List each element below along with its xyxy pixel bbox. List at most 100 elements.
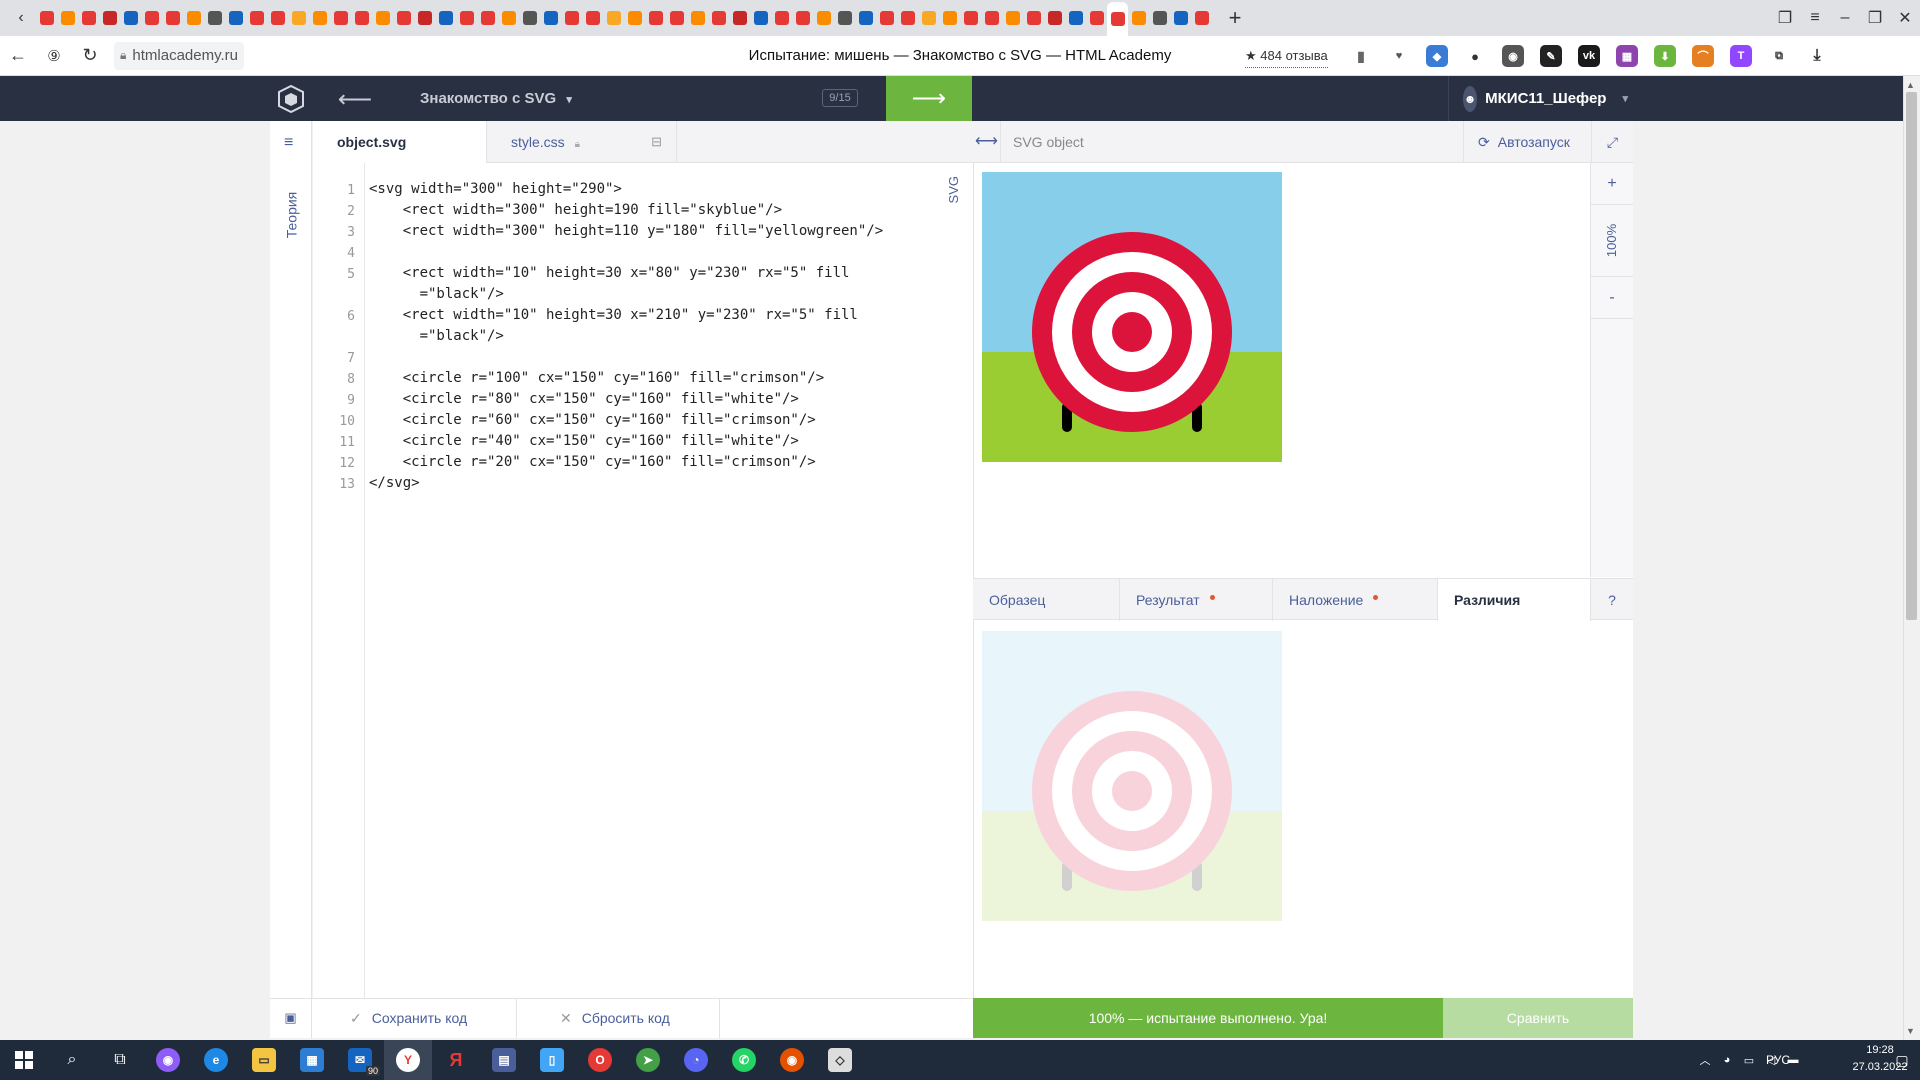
- browser-tab[interactable]: [351, 4, 372, 32]
- tab-collections-icon[interactable]: ❐: [1770, 3, 1800, 33]
- help-button[interactable]: ?: [1591, 579, 1633, 621]
- tab-overlay[interactable]: Наложение: [1273, 579, 1438, 621]
- reviews-link[interactable]: ★ 484 отзыва: [1245, 44, 1328, 68]
- browser-tab[interactable]: [435, 4, 456, 32]
- theory-toggle[interactable]: Теория: [276, 180, 306, 250]
- browser-tab[interactable]: [834, 4, 855, 32]
- vk-icon[interactable]: vk: [1578, 45, 1600, 67]
- browser-tab[interactable]: [225, 4, 246, 32]
- scroll-down-icon[interactable]: ▼: [1906, 1026, 1915, 1036]
- browser-tab[interactable]: [246, 4, 267, 32]
- feedback-icon[interactable]: ▣: [270, 998, 312, 1038]
- browser-tab[interactable]: [183, 4, 204, 32]
- extension-icon-5[interactable]: ▦: [1616, 45, 1638, 67]
- new-tab-button[interactable]: +: [1220, 3, 1250, 33]
- reset-code-button[interactable]: ✕ Сбросить код: [560, 998, 720, 1038]
- browser-tab[interactable]: [477, 4, 498, 32]
- browser-tab[interactable]: [414, 4, 435, 32]
- browser-tab[interactable]: [162, 4, 183, 32]
- browser-tab[interactable]: [498, 4, 519, 32]
- url-field[interactable]: 🔒︎ htmlacademy.ru: [114, 41, 244, 70]
- whatsapp-icon[interactable]: ✆: [720, 1040, 768, 1080]
- extension-icon-6[interactable]: ⌒: [1692, 45, 1714, 67]
- code-line[interactable]: ="black"/>: [369, 328, 504, 344]
- browser-tab[interactable]: [288, 4, 309, 32]
- tab-differences[interactable]: Различия: [1438, 579, 1591, 621]
- browser-tab[interactable]: [729, 4, 750, 32]
- next-step-button[interactable]: ⟶: [886, 76, 972, 121]
- extension-icon-1[interactable]: ◆: [1426, 45, 1448, 67]
- browser-tab[interactable]: [141, 4, 162, 32]
- browser-tab[interactable]: [792, 4, 813, 32]
- mail-icon[interactable]: ✉ 90: [336, 1040, 384, 1080]
- scroll-up-icon[interactable]: ▲: [1906, 80, 1915, 90]
- browser-tab[interactable]: [750, 4, 771, 32]
- course-dropdown[interactable]: Знакомство с SVG ▾: [420, 76, 572, 121]
- browser-tab[interactable]: [1023, 4, 1044, 32]
- browser-tab[interactable]: [456, 4, 477, 32]
- resize-handle-icon[interactable]: ⟷: [973, 121, 1001, 163]
- browser-tab[interactable]: [99, 4, 120, 32]
- extensions-icon[interactable]: ⧉: [1768, 45, 1790, 67]
- tab-scroll-left-icon[interactable]: ‹: [6, 3, 36, 33]
- language-indicator[interactable]: РУС: [1766, 1040, 1790, 1080]
- yandex-browser-icon[interactable]: Y: [384, 1040, 432, 1080]
- extension-icon-3[interactable]: ◉: [1502, 45, 1524, 67]
- downloads-icon[interactable]: ⤓: [1806, 45, 1828, 67]
- twitch-icon[interactable]: T: [1730, 45, 1752, 67]
- browser-tab[interactable]: [708, 4, 729, 32]
- bookmark-icon[interactable]: ▮: [1350, 45, 1372, 67]
- browser-tab[interactable]: [645, 4, 666, 32]
- browser-tab[interactable]: [771, 4, 792, 32]
- code-line[interactable]: ="black"/>: [369, 286, 504, 302]
- browser-tab[interactable]: [36, 4, 57, 32]
- browser-tab[interactable]: [1065, 4, 1086, 32]
- browser-tab[interactable]: [1149, 4, 1170, 32]
- code-line[interactable]: <circle r="20" cx="150" cy="160" fill="c…: [369, 454, 816, 470]
- code-line[interactable]: <rect width="300" height=110 y="180" fil…: [369, 223, 883, 239]
- user-menu[interactable]: ☻ МКИС11_Шефер ▾: [1448, 76, 1628, 121]
- browser-tab[interactable]: [813, 4, 834, 32]
- scrollbar-thumb[interactable]: [1906, 92, 1917, 620]
- browser-tab[interactable]: [540, 4, 561, 32]
- browser-tab[interactable]: [939, 4, 960, 32]
- browser-tab[interactable]: [1191, 4, 1212, 32]
- browser-menu-icon[interactable]: ≡: [1800, 3, 1830, 33]
- browser-tab[interactable]: [561, 4, 582, 32]
- calculator-icon[interactable]: ▤: [480, 1040, 528, 1080]
- browser-tab[interactable]: [1086, 4, 1107, 32]
- save-code-button[interactable]: ✓ Сохранить код: [350, 998, 517, 1038]
- tab-object-svg[interactable]: object.svg: [313, 121, 487, 163]
- extension-icon-4[interactable]: ✎: [1540, 45, 1562, 67]
- browser-tab[interactable]: [855, 4, 876, 32]
- extension-icon-2[interactable]: ●: [1464, 45, 1486, 67]
- browser-tab[interactable]: [120, 4, 141, 32]
- reload-icon[interactable]: ↻: [72, 38, 108, 74]
- fullscreen-icon[interactable]: ⤢: [1591, 121, 1633, 163]
- app-icon-orange[interactable]: ◉: [768, 1040, 816, 1080]
- browser-tab[interactable]: [204, 4, 225, 32]
- yandex-icon[interactable]: Я: [432, 1040, 480, 1080]
- browser-tab[interactable]: [624, 4, 645, 32]
- browser-tab[interactable]: [78, 4, 99, 32]
- browser-tab[interactable]: [1128, 4, 1149, 32]
- restore-window-icon[interactable]: ❐: [1860, 3, 1890, 33]
- code-line[interactable]: <rect width="10" height=30 x="210" y="23…: [369, 307, 858, 323]
- edge-icon[interactable]: e: [192, 1040, 240, 1080]
- code-line[interactable]: <rect width="10" height=30 x="80" y="230…: [369, 265, 850, 281]
- tab-result[interactable]: Результат: [1120, 579, 1273, 621]
- windows-start-icon[interactable]: [0, 1040, 48, 1080]
- roblox-icon[interactable]: ◇: [816, 1040, 864, 1080]
- tray-expand-icon[interactable]: ︿: [1694, 1040, 1716, 1080]
- code-line[interactable]: <rect width="300" height=190 fill="skybl…: [369, 202, 782, 218]
- code-line[interactable]: <circle r="80" cx="150" cy="160" fill="w…: [369, 391, 799, 407]
- browser-tab[interactable]: [1107, 2, 1128, 36]
- collapse-icon[interactable]: ⊟: [651, 121, 662, 163]
- browser-tab[interactable]: [519, 4, 540, 32]
- browser-tab[interactable]: [309, 4, 330, 32]
- browser-tab[interactable]: [918, 4, 939, 32]
- code-line[interactable]: </svg>: [369, 475, 420, 491]
- store-icon[interactable]: ▦: [288, 1040, 336, 1080]
- browser-tab[interactable]: [1044, 4, 1065, 32]
- telegram-icon[interactable]: ➤: [624, 1040, 672, 1080]
